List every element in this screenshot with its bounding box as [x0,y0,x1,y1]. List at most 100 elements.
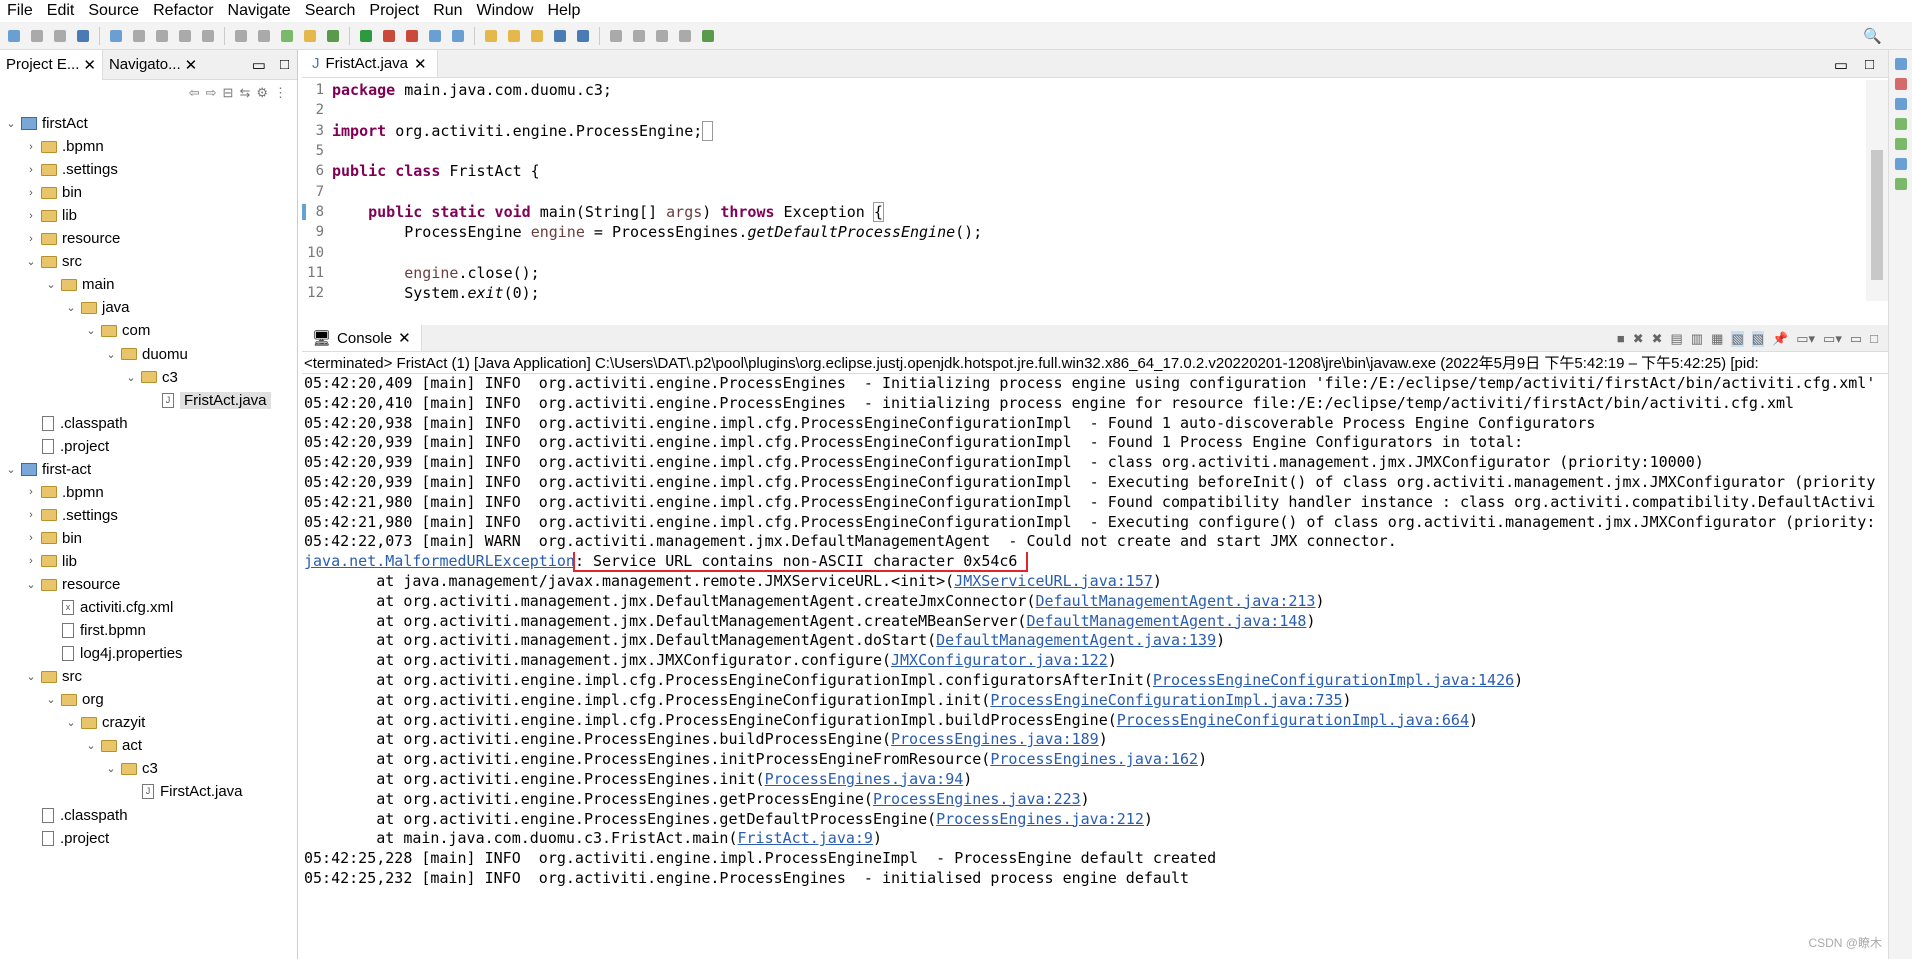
forward-icon[interactable]: ⇨ [206,85,217,101]
tree-item[interactable]: › bin [24,181,82,204]
progress-icon[interactable] [1894,178,1907,190]
toolbar-button-icon[interactable] [198,27,218,45]
toolbar-button-icon[interactable] [573,27,593,45]
tree-item[interactable]: ⌄ main [44,273,114,296]
toolbar-button-icon[interactable] [300,27,320,45]
menu-run[interactable]: Run [426,2,469,20]
view-menu-icon[interactable]: ⋮ [274,85,287,101]
toolbar-button-icon[interactable] [527,27,547,45]
chevron-down-icon[interactable]: ⌄ [24,578,38,591]
word-wrap-icon[interactable]: ▦ [1711,331,1723,347]
close-icon[interactable]: ✕ [398,329,411,347]
stack-trace-link[interactable]: ProcessEngines.java:189 [891,730,1099,748]
outline-icon[interactable] [1894,58,1907,70]
chevron-down-icon[interactable]: ⌄ [84,739,98,752]
toolbar-button-icon[interactable] [504,27,524,45]
toolbar-button-icon[interactable] [50,27,70,45]
minimize-icon[interactable]: ▭ [1850,331,1862,347]
maximize-icon[interactable]: □ [1870,331,1878,347]
task-list-icon[interactable] [1894,78,1907,90]
tree-item[interactable]: ⌄ com [84,319,150,342]
stack-trace-link[interactable]: ProcessEngineConfigurationImpl.java:1426 [1153,671,1514,689]
close-icon[interactable]: ✕ [185,56,198,74]
close-icon[interactable]: ✕ [83,56,96,74]
clear-console-icon[interactable]: ▤ [1671,331,1683,347]
chevron-down-icon[interactable]: ⌄ [24,255,38,268]
back-icon[interactable]: ⇦ [189,85,200,101]
toolbar-button-icon[interactable] [152,27,172,45]
tree-item[interactable]: log4j.properties [44,642,183,665]
collapse-all-icon[interactable]: ⊟ [223,85,234,101]
toolbar-button-icon[interactable] [606,27,626,45]
editor-vertical-scrollbar[interactable] [1866,80,1888,301]
minimize-icon[interactable]: ▭ [1834,56,1848,74]
stack-trace-link[interactable]: ProcessEngineConfigurationImpl.java:664 [1117,711,1469,729]
stack-trace-link[interactable]: ProcessEngines.java:212 [936,810,1144,828]
terminate-icon[interactable]: ■ [1617,331,1625,347]
menu-source[interactable]: Source [81,2,146,20]
tree-item[interactable]: ⌄ crazyit [64,711,145,734]
tree-item[interactable]: › .bpmn [24,481,104,504]
close-icon[interactable]: ✕ [414,55,427,73]
tree-item[interactable]: ⌄ resource [24,573,120,596]
pin-console-icon[interactable]: 📌 [1772,331,1788,347]
tree-item[interactable]: ⌄ act [84,734,142,757]
console-output[interactable]: 05:42:20,409 [main] INFO org.activiti.en… [302,374,1888,889]
menu-help[interactable]: Help [540,2,587,20]
chevron-down-icon[interactable]: ⌄ [4,117,18,130]
stack-trace-link[interactable]: DefaultManagementAgent.java:139 [936,631,1216,649]
tree-item[interactable]: first.bpmn [44,619,146,642]
tree-item[interactable]: › .settings [24,504,118,527]
minimize-icon[interactable]: ▭ [246,56,272,74]
tree-item[interactable]: ⌄ java [64,296,129,319]
tree-item[interactable]: ⌄ org [44,688,103,711]
toolbar-button-icon[interactable] [27,27,47,45]
toolbar-button-icon[interactable] [175,27,195,45]
stack-trace-link[interactable]: FristAct.java:9 [737,829,872,847]
chevron-right-icon[interactable]: › [24,509,38,521]
toolbar-button-icon[interactable] [448,27,468,45]
chevron-down-icon[interactable]: ⌄ [24,670,38,683]
code-editor[interactable]: 1 package main.java.com.duomu.c3; 2 3 import… [302,80,1864,301]
chevron-down-icon[interactable]: ⌄ [84,324,98,337]
chevron-down-icon[interactable]: ⌄ [104,348,118,361]
remove-all-icon[interactable]: ✖ [1652,331,1663,347]
chevron-right-icon[interactable]: › [24,532,38,544]
declaration-icon[interactable] [1894,138,1907,150]
toolbar-button-icon[interactable] [129,27,149,45]
tree-item[interactable]: x activiti.cfg.xml [44,596,173,619]
tree-item[interactable]: › resource [24,227,120,250]
stack-trace-link[interactable]: DefaultManagementAgent.java:148 [1026,612,1306,630]
toolbar-button-icon[interactable] [4,27,24,45]
menu-project[interactable]: Project [362,2,426,20]
tree-item[interactable]: .project [24,827,109,850]
tree-item[interactable]: .classpath [24,804,128,827]
toolbar-button-icon[interactable] [277,27,297,45]
toolbar-button-icon[interactable] [106,27,126,45]
toolbar-button-icon[interactable] [652,27,672,45]
chevron-down-icon[interactable]: ⌄ [124,371,138,384]
menu-search[interactable]: Search [298,2,363,20]
open-console-icon[interactable]: ▭▾ [1823,331,1842,347]
toolbar-button-icon[interactable] [254,27,274,45]
tree-item[interactable]: › .settings [24,158,118,181]
toolbar-button-icon[interactable] [675,27,695,45]
chevron-down-icon[interactable]: ⌄ [44,278,58,291]
menu-window[interactable]: Window [470,2,541,20]
menu-navigate[interactable]: Navigate [221,2,298,20]
toolbar-button-icon[interactable] [425,27,445,45]
chevron-down-icon[interactable]: ⌄ [44,693,58,706]
tree-item[interactable]: ⌄ first-act [4,458,91,481]
tree-item[interactable]: J FristAct.java [144,389,271,412]
stack-trace-link[interactable]: ProcessEngines.java:223 [873,790,1081,808]
chevron-right-icon[interactable]: › [24,141,38,153]
chevron-down-icon[interactable]: ⌄ [104,762,118,775]
tree-item[interactable]: ⌄ firstAct [4,112,87,135]
show-on-output-icon[interactable]: ▧ [1731,331,1744,347]
toolbar-button-icon[interactable] [73,27,93,45]
tree-item[interactable]: J FirstAct.java [124,780,243,803]
toolbar-button-icon[interactable] [231,27,251,45]
tree-item[interactable]: › lib [24,550,77,573]
chevron-down-icon[interactable]: ⌄ [4,463,18,476]
tree-item[interactable]: ⌄ src [24,250,82,273]
